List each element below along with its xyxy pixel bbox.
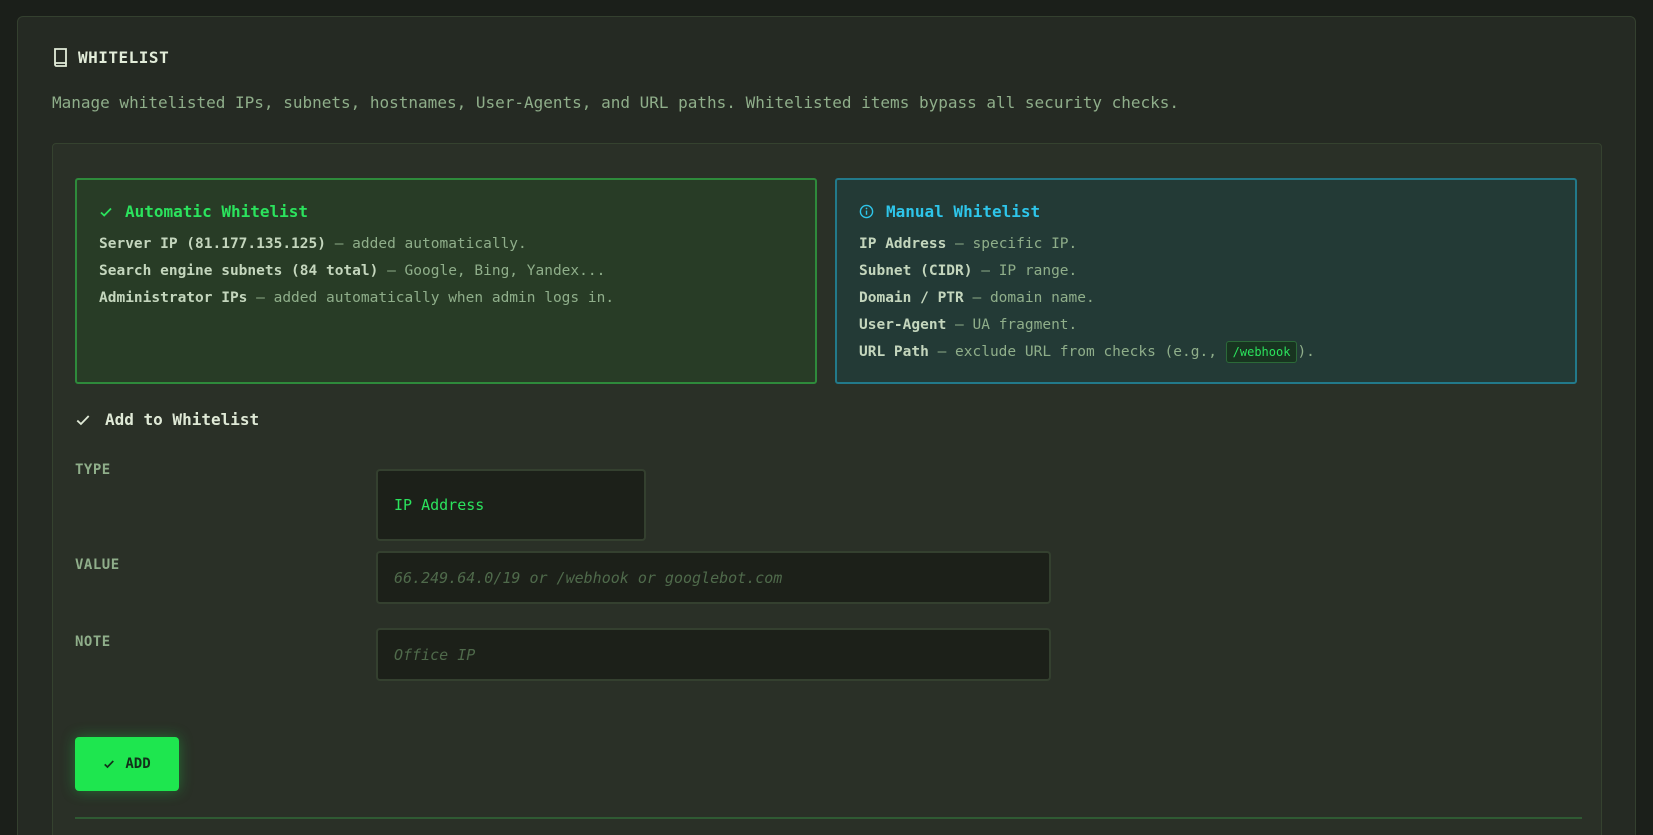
- automatic-whitelist-title: Automatic Whitelist: [125, 202, 309, 221]
- whitelist-content: Automatic Whitelist Server IP (81.177.13…: [52, 143, 1602, 835]
- webhook-code-chip: /webhook: [1225, 341, 1298, 363]
- type-select[interactable]: IP Address: [376, 469, 646, 541]
- check-icon: [75, 412, 91, 428]
- panel-description: Manage whitelisted IPs, subnets, hostnam…: [52, 93, 1180, 112]
- info-line: IP Address — specific IP.: [859, 236, 1078, 252]
- info-icon: [859, 204, 874, 219]
- manual-whitelist-info: Manual Whitelist IP Address — specific I…: [835, 178, 1577, 384]
- note-label: NOTE: [75, 634, 111, 650]
- panel-title: WHITELIST: [52, 47, 169, 67]
- add-button[interactable]: ADD: [75, 737, 179, 791]
- info-line: User-Agent — UA fragment.: [859, 317, 1078, 333]
- automatic-whitelist-info: Automatic Whitelist Server IP (81.177.13…: [75, 178, 817, 384]
- whitelist-panel: WHITELIST Manage whitelisted IPs, subnet…: [17, 16, 1636, 835]
- check-icon: [99, 205, 113, 219]
- divider: [75, 817, 1582, 819]
- info-line: URL Path — exclude URL from checks (e.g.…: [859, 339, 1553, 366]
- check-icon: [103, 758, 115, 770]
- value-label: VALUE: [75, 557, 120, 573]
- book-icon: [52, 47, 70, 67]
- add-to-whitelist-heading: Add to Whitelist: [75, 410, 259, 429]
- info-line: Search engine subnets (84 total) — Googl…: [99, 263, 606, 279]
- manual-whitelist-title: Manual Whitelist: [886, 202, 1041, 221]
- info-line: Domain / PTR — domain name.: [859, 290, 1095, 306]
- type-label: TYPE: [75, 462, 111, 478]
- add-button-label: ADD: [125, 756, 151, 772]
- note-input[interactable]: [376, 628, 1051, 681]
- info-line: Administrator IPs — added automatically …: [99, 290, 615, 306]
- type-select-value: IP Address: [394, 496, 485, 514]
- info-line: Server IP (81.177.135.125) — added autom…: [99, 236, 527, 252]
- value-input[interactable]: [376, 551, 1051, 604]
- info-line: Subnet (CIDR) — IP range.: [859, 263, 1078, 279]
- panel-title-text: WHITELIST: [78, 47, 170, 67]
